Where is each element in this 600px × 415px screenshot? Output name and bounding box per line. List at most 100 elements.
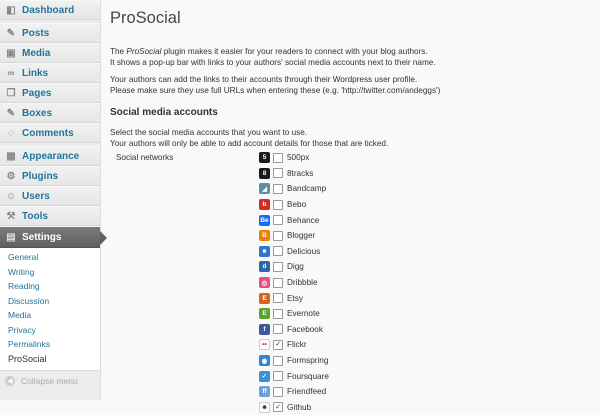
- network-label: Digg: [287, 262, 304, 271]
- sidebar-item-plugins[interactable]: ⚙ Plugins: [0, 166, 100, 186]
- github-checkbox[interactable]: ✓: [273, 402, 283, 412]
- sidebar-item-media[interactable]: ▣Media: [0, 43, 100, 63]
- sidebar-item-label: Boxes: [22, 108, 52, 119]
- collapse-menu-button[interactable]: ◀ Collapse menu: [0, 371, 100, 391]
- submenu-item-writing[interactable]: Writing: [0, 265, 100, 280]
- network-label: Blogger: [287, 231, 315, 240]
- network-row: ■Delicious: [259, 244, 329, 260]
- collapse-menu-label: Collapse menu: [21, 376, 78, 386]
- friendfeed-checkbox[interactable]: [273, 387, 283, 397]
- friendfeed-icon: ff: [259, 386, 270, 397]
- blogger-checkbox[interactable]: [273, 231, 283, 241]
- sidebar-item-appearance[interactable]: ▦ Appearance: [0, 146, 100, 166]
- tools-icon: ⚒: [5, 210, 17, 222]
- delicious-checkbox[interactable]: [273, 246, 283, 256]
- pin-icon: ✎: [5, 27, 17, 39]
- network-label: Friendfeed: [287, 387, 326, 396]
- foursquare-checkbox[interactable]: [273, 371, 283, 381]
- evernote-checkbox[interactable]: [273, 309, 283, 319]
- network-row: fFacebook: [259, 322, 329, 338]
- appearance-icon: ▦: [5, 150, 17, 162]
- etsy-checkbox[interactable]: [273, 293, 283, 303]
- sidebar-item-tools[interactable]: ⚒Tools: [0, 206, 100, 226]
- network-row: ◢ Bandcamp: [259, 181, 329, 197]
- behance-checkbox[interactable]: [273, 215, 283, 225]
- network-row: bBebo: [259, 197, 329, 213]
- plugin-name: ProSocial: [126, 47, 161, 56]
- intro1-line2: It shows a pop-up bar with links to your…: [110, 58, 436, 67]
- 500px-checkbox[interactable]: [273, 153, 283, 163]
- network-label: Evernote: [287, 309, 320, 318]
- bebo-checkbox[interactable]: [273, 200, 283, 210]
- submenu-item-reading[interactable]: Reading: [0, 279, 100, 294]
- intro1-suffix: plugin makes it easier for your readers …: [161, 47, 427, 56]
- sidebar-item-label: Posts: [22, 28, 49, 39]
- submenu-item-general[interactable]: General: [0, 250, 100, 265]
- section-title: Social media accounts: [110, 107, 590, 118]
- flickr-checkbox[interactable]: ✓: [273, 340, 283, 350]
- network-label: Delicious: [287, 247, 320, 256]
- digg-checkbox[interactable]: [273, 262, 283, 272]
- pages-icon: ❐: [5, 87, 17, 99]
- network-label: 8tracks: [287, 169, 313, 178]
- sidebar-item-label: Appearance: [22, 151, 79, 162]
- etsy-icon: E: [259, 293, 270, 304]
- plugin-icon: ⚙: [5, 170, 17, 182]
- sidebar-item-label: Media: [22, 48, 50, 59]
- network-row: ☻✓Github: [259, 400, 329, 415]
- app-window: ◧ Dashboard ✎ Posts ▣Media ∞ Links ❐ Pages ✎Boxes…: [0, 0, 600, 400]
- formspring-checkbox[interactable]: [273, 356, 283, 366]
- network-row: BeBehance: [259, 212, 329, 228]
- bandcamp-icon: ◢: [259, 183, 270, 194]
- network-row: ••✓Flickr: [259, 337, 329, 353]
- submenu-item-privacy[interactable]: Privacy: [0, 323, 100, 338]
- sidebar-item-label: Pages: [22, 88, 51, 99]
- facebook-icon: f: [259, 324, 270, 335]
- sidebar-item-boxes[interactable]: ✎Boxes: [0, 103, 100, 123]
- network-row: 5500px: [259, 150, 329, 166]
- users-icon: ☺: [5, 190, 17, 202]
- 500px-icon: 5: [259, 152, 270, 163]
- settings-submenu: GeneralWritingReadingDiscussionMediaPriv…: [0, 248, 100, 371]
- dribbble-checkbox[interactable]: [273, 278, 283, 288]
- network-row: ◉Formspring: [259, 353, 329, 369]
- intro3-line1: Select the social media accounts that yo…: [110, 128, 307, 137]
- intro1-prefix: The: [110, 47, 126, 56]
- network-row: ◎Dribbble: [259, 275, 329, 291]
- main-content: ProSocial The ProSocial plugin makes it …: [110, 0, 590, 149]
- submenu-item-discussion[interactable]: Discussion: [0, 294, 100, 309]
- submenu-item-permalinks[interactable]: Permalinks: [0, 337, 100, 352]
- dashboard-icon: ◧: [5, 4, 17, 16]
- sidebar-item-label: Dashboard: [22, 5, 74, 16]
- formspring-icon: ◉: [259, 355, 270, 366]
- foursquare-icon: ✓: [259, 371, 270, 382]
- intro2-line2: Please make sure they use full URLs when…: [110, 86, 440, 95]
- sidebar-item-dashboard[interactable]: ◧ Dashboard: [0, 0, 100, 20]
- sidebar-item-pages[interactable]: ❐ Pages: [0, 83, 100, 103]
- sidebar-item-label: Users: [22, 191, 50, 202]
- network-label: Bandcamp: [287, 184, 326, 193]
- sidebar-item-settings[interactable]: ▤Settings: [0, 226, 100, 248]
- blogger-icon: B: [259, 230, 270, 241]
- 8tracks-checkbox[interactable]: [273, 168, 283, 178]
- sidebar-item-posts[interactable]: ✎ Posts: [0, 23, 100, 43]
- network-row: EEvernote: [259, 306, 329, 322]
- sidebar-item-links[interactable]: ∞ Links: [0, 63, 100, 83]
- comment-icon: ◌: [5, 127, 17, 139]
- submenu-item-media[interactable]: Media: [0, 308, 100, 323]
- admin-sidebar: ◧ Dashboard ✎ Posts ▣Media ∞ Links ❐ Pages ✎Boxes…: [0, 0, 101, 400]
- sidebar-item-comments[interactable]: ◌Comments: [0, 123, 100, 143]
- sidebar-item-label: Links: [22, 68, 48, 79]
- intro3-line2: Your authors will only be able to add ac…: [110, 139, 388, 148]
- sidebar-item-label: Plugins: [22, 171, 58, 182]
- submenu-item-prosocial[interactable]: ProSocial: [0, 352, 100, 367]
- bebo-icon: b: [259, 199, 270, 210]
- bandcamp-checkbox[interactable]: [273, 184, 283, 194]
- sidebar-item-label: Settings: [22, 232, 61, 243]
- page-title: ProSocial: [110, 9, 590, 31]
- network-row: EEtsy: [259, 290, 329, 306]
- link-icon: ∞: [5, 67, 17, 79]
- facebook-checkbox[interactable]: [273, 324, 283, 334]
- github-icon: ☻: [259, 402, 270, 413]
- sidebar-item-users[interactable]: ☺ Users: [0, 186, 100, 206]
